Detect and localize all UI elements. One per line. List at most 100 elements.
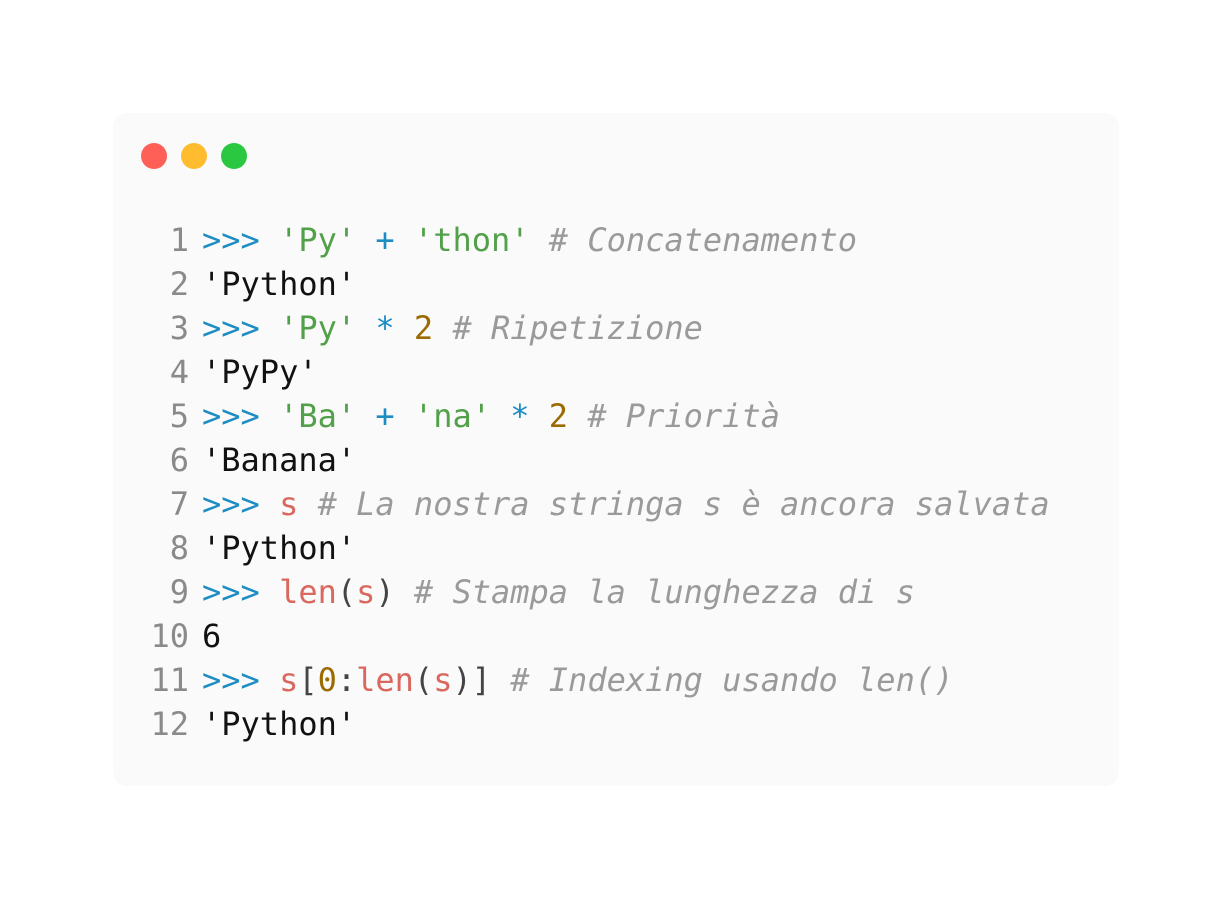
token-op: + bbox=[375, 397, 395, 435]
line-number: 9 bbox=[169, 573, 189, 611]
token-output: 'Python' bbox=[202, 529, 357, 567]
token-prompt: >>> bbox=[202, 309, 260, 347]
token-prompt: >>> bbox=[202, 573, 260, 611]
token-prompt: >>> bbox=[202, 221, 260, 259]
token-output: 'Python' bbox=[202, 705, 357, 743]
token-number: 2 bbox=[413, 309, 434, 347]
line-number: 7 bbox=[169, 485, 189, 523]
line-content: >>> 'Py' + 'thon' # Concatenamento bbox=[202, 218, 857, 262]
token-comment: # Ripetizione bbox=[452, 309, 703, 347]
token-output: 'PyPy' bbox=[202, 353, 318, 391]
token-name: s bbox=[356, 573, 376, 611]
code-block: 1 >>> 'Py' + 'thon' # Concatenamento 2 'Pyt… bbox=[143, 218, 1050, 746]
token-name: len bbox=[356, 661, 414, 699]
token-string: 'Py' bbox=[279, 309, 357, 347]
token-output: 'Python' bbox=[202, 265, 357, 303]
line-content: 'Python' bbox=[202, 526, 356, 570]
token-prompt: >>> bbox=[202, 397, 260, 435]
close-dot-icon bbox=[141, 143, 167, 169]
line-number: 3 bbox=[169, 309, 189, 347]
code-line: 7 >>> s # La nostra stringa s è ancora sa… bbox=[143, 482, 1050, 526]
code-line: 5 >>> 'Ba' + 'na' * 2 # Priorità bbox=[143, 394, 1050, 438]
token-prompt: >>> bbox=[202, 485, 260, 523]
line-number: 6 bbox=[169, 441, 189, 479]
code-line: 2 'Python' bbox=[143, 262, 1050, 306]
line-content: 'Python' bbox=[202, 262, 356, 306]
token-comment: # La nostra stringa s è ancora salvata bbox=[317, 485, 1050, 523]
code-window: 1 >>> 'Py' + 'thon' # Concatenamento 2 'Pyt… bbox=[113, 113, 1119, 786]
token-comment: # Stampa la lunghezza di s bbox=[413, 573, 915, 611]
line-number: 8 bbox=[169, 529, 189, 567]
token-name: len bbox=[279, 573, 337, 611]
line-content: >>> 'Ba' + 'na' * 2 # Priorità bbox=[202, 394, 780, 438]
code-line: 8 'Python' bbox=[143, 526, 1050, 570]
code-line: 4 'PyPy' bbox=[143, 350, 1050, 394]
token-punct: ( bbox=[413, 661, 434, 699]
token-name: s bbox=[279, 661, 299, 699]
token-op: * bbox=[510, 397, 530, 435]
token-name: s bbox=[279, 485, 299, 523]
token-string: 'Py' bbox=[279, 221, 357, 259]
token-number: 0 bbox=[317, 661, 337, 699]
token-number: 2 bbox=[548, 397, 569, 435]
line-number: 2 bbox=[169, 265, 189, 303]
line-number: 10 bbox=[150, 617, 189, 655]
token-string: 'na' bbox=[413, 397, 491, 435]
line-content: 'PyPy' bbox=[202, 350, 318, 394]
line-content: 'Python' bbox=[202, 702, 356, 746]
line-number: 11 bbox=[150, 661, 189, 699]
token-punct: )] bbox=[452, 661, 491, 699]
token-op: * bbox=[375, 309, 395, 347]
code-line: 9 >>> len(s) # Stampa la lunghezza di s bbox=[143, 570, 1050, 614]
line-content: >>> 'Py' * 2 # Ripetizione bbox=[202, 306, 703, 350]
line-number: 1 bbox=[169, 221, 189, 259]
token-punct: ) bbox=[375, 573, 395, 611]
line-content: 6 bbox=[202, 614, 221, 658]
code-line: 10 6 bbox=[143, 614, 1050, 658]
code-line: 3 >>> 'Py' * 2 # Ripetizione bbox=[143, 306, 1050, 350]
line-content: >>> s # La nostra stringa s è ancora sal… bbox=[202, 482, 1050, 526]
code-line: 11 >>> s[0:len(s)] # Indexing usando len(… bbox=[143, 658, 1050, 702]
line-number: 4 bbox=[169, 353, 189, 391]
code-line: 12 'Python' bbox=[143, 702, 1050, 746]
token-string: 'Ba' bbox=[279, 397, 357, 435]
line-content: >>> len(s) # Stampa la lunghezza di s bbox=[202, 570, 915, 614]
token-punct: ( bbox=[336, 573, 357, 611]
token-comment: # Indexing usando len() bbox=[510, 661, 954, 699]
line-content: >>> s[0:len(s)] # Indexing usando len() bbox=[202, 658, 953, 702]
token-op: + bbox=[375, 221, 395, 259]
token-comment: # Concatenamento bbox=[548, 221, 858, 259]
line-number: 12 bbox=[150, 705, 189, 743]
token-output: 'Banana' bbox=[202, 441, 357, 479]
code-line: 1 >>> 'Py' + 'thon' # Concatenamento bbox=[143, 218, 1050, 262]
line-content: 'Banana' bbox=[202, 438, 356, 482]
token-punct: [ bbox=[298, 661, 318, 699]
token-comment: # Priorità bbox=[587, 397, 780, 435]
token-name: s bbox=[433, 661, 453, 699]
token-output: 6 bbox=[202, 617, 222, 655]
token-string: 'thon' bbox=[413, 221, 530, 259]
token-prompt: >>> bbox=[202, 661, 260, 699]
minimize-dot-icon bbox=[181, 143, 207, 169]
maximize-dot-icon bbox=[221, 143, 247, 169]
